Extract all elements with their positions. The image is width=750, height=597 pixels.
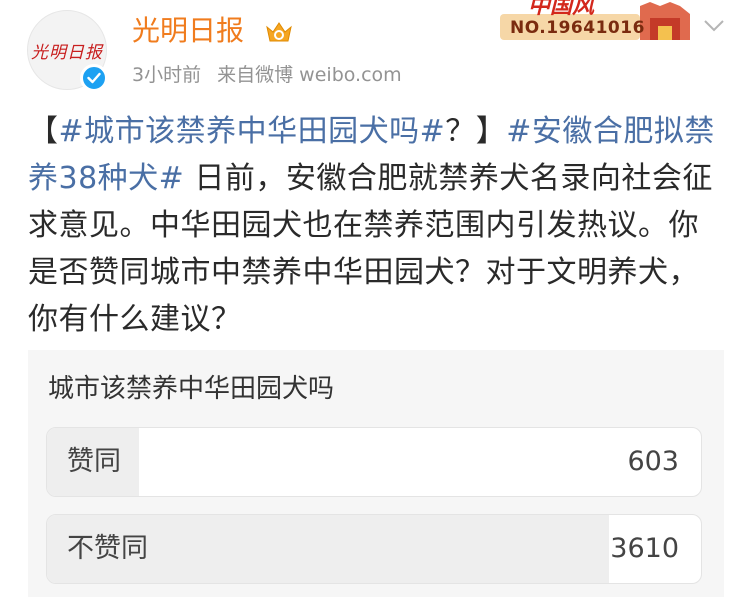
- post-header: 光明日报 光明日报 3小时前 来自微博 weibo.com 中国风 NO.196…: [0, 0, 750, 100]
- poll-option-count: 603: [627, 446, 679, 477]
- author-name[interactable]: 光明日报: [132, 10, 244, 52]
- poll-option-agree[interactable]: 赞同 603: [46, 427, 702, 497]
- post-time: 3小时前: [132, 64, 202, 86]
- poll-option-count: 3610: [610, 533, 679, 564]
- vip-crown-icon[interactable]: [264, 19, 294, 45]
- topic-link-1[interactable]: #城市该禁养中华田园犬吗#: [59, 114, 446, 149]
- poll-option-label: 赞同: [67, 446, 121, 477]
- poll-card: 城市该禁养中华田园犬吗 赞同 603 不赞同 3610: [28, 350, 724, 597]
- bracket-close: ？】: [445, 114, 507, 149]
- verified-badge-icon: [80, 64, 108, 92]
- avatar-logo-text: 光明日报: [31, 42, 103, 63]
- open-bracket: 【: [28, 114, 59, 149]
- chevron-down-icon[interactable]: [703, 18, 725, 34]
- badge-logo-text: 中国风: [528, 0, 595, 19]
- post-body: 【#城市该禁养中华田园犬吗#？】#安徽合肥拟禁养38种犬# 日前，安徽合肥就禁养…: [28, 108, 728, 343]
- fan-card-badge[interactable]: 中国风 NO.19641016: [500, 0, 700, 42]
- poll-title: 城市该禁养中华田园犬吗: [48, 374, 335, 404]
- post-source[interactable]: 来自微博 weibo.com: [217, 64, 402, 86]
- badge-number: NO.19641016: [510, 18, 645, 38]
- post-meta: 3小时前 来自微博 weibo.com: [132, 60, 412, 90]
- poll-option-label: 不赞同: [67, 533, 148, 564]
- poll-option-disagree[interactable]: 不赞同 3610: [46, 514, 702, 584]
